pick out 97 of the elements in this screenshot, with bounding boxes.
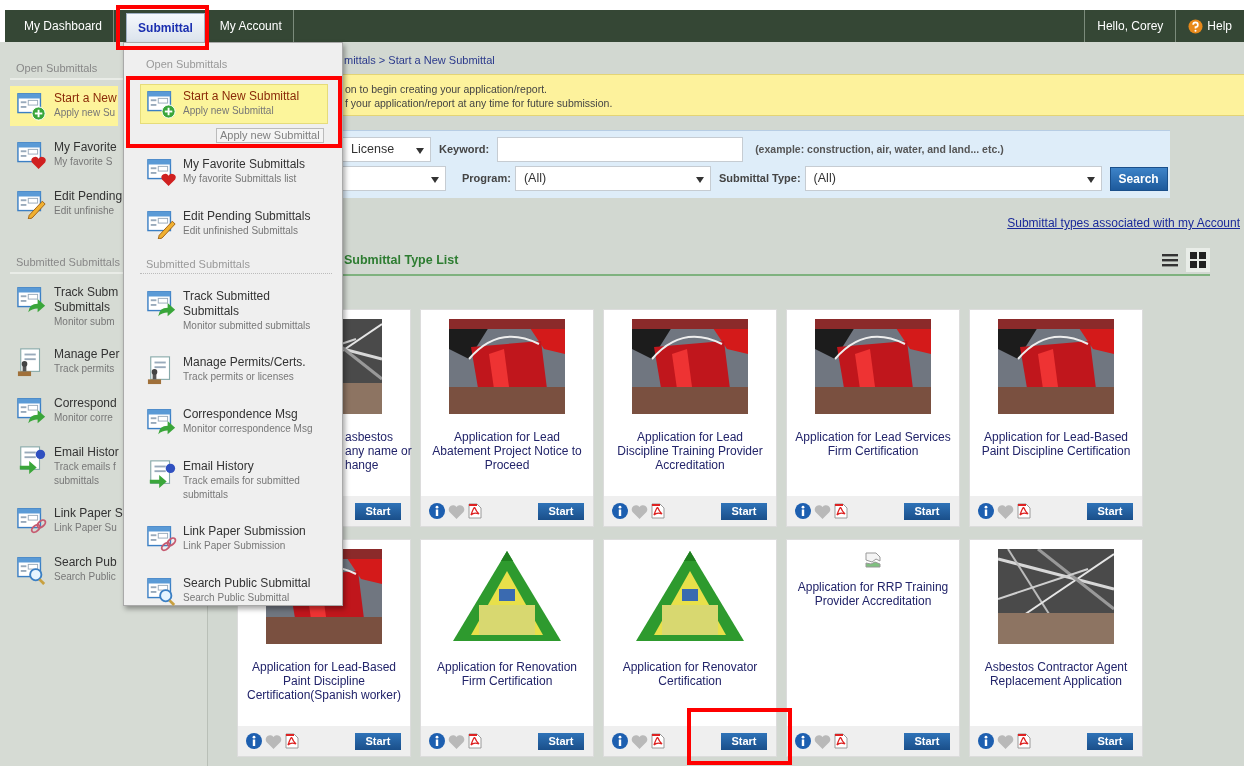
window-chain-icon bbox=[17, 506, 47, 536]
window-pencil-icon bbox=[147, 209, 177, 239]
window-arrow-icon bbox=[147, 407, 177, 437]
tooltip: Apply new Submittal bbox=[216, 128, 324, 143]
window-magnifier-icon bbox=[17, 555, 47, 585]
start-button[interactable]: Start bbox=[1087, 503, 1133, 520]
card-description: Application for Lead-Based Paint Discipline Certification(Spanish worker) bbox=[245, 659, 403, 704]
menu-item[interactable]: Manage Permits/Certs. Track permits or licenses bbox=[140, 350, 328, 390]
window-heart-icon bbox=[17, 140, 47, 170]
info-icon[interactable] bbox=[246, 733, 262, 749]
window-plus-icon bbox=[17, 91, 47, 121]
card-description: Application for Renovator Certification bbox=[621, 659, 759, 690]
start-button[interactable]: Start bbox=[721, 503, 767, 520]
menu-item[interactable]: Start a New Submittal Apply new Submittal bbox=[140, 84, 328, 124]
sidebar-item[interactable]: Start a New Apply new Su bbox=[10, 86, 118, 126]
window-heart-icon bbox=[147, 157, 177, 187]
card-description: Application for Lead Discipline Training Provider Accreditation bbox=[616, 429, 764, 474]
start-button[interactable]: Start bbox=[721, 733, 767, 750]
info-icon[interactable] bbox=[612, 503, 628, 519]
help-button[interactable]: Help bbox=[1176, 17, 1244, 35]
list-icon bbox=[1162, 253, 1178, 267]
pdf-icon[interactable] bbox=[651, 503, 665, 519]
sidebar-item[interactable]: Email Histor Track emails f submittals bbox=[10, 440, 118, 492]
dropdown-field[interactable] bbox=[342, 166, 446, 191]
dropdown-field[interactable]: (All) bbox=[514, 166, 711, 191]
pdf-icon[interactable] bbox=[834, 503, 848, 519]
info-icon[interactable] bbox=[795, 733, 811, 749]
sidebar-item[interactable]: Search Pub Search Public bbox=[10, 550, 118, 590]
start-button[interactable]: Start bbox=[538, 733, 584, 750]
sidebar-item[interactable]: Correspond Monitor corre bbox=[10, 391, 118, 431]
start-button[interactable]: Start bbox=[538, 503, 584, 520]
field-label: Program: bbox=[462, 171, 511, 187]
field-label: Submittal Type: bbox=[718, 171, 801, 187]
nav-tab[interactable]: Submittal bbox=[126, 13, 205, 42]
card-description: Application for Lead Abatement Project Notice to Proceed bbox=[431, 429, 583, 474]
menu-item[interactable]: Correspondence Msg Monitor correspondence Msg bbox=[140, 402, 328, 442]
notice-text: on to begin creating your application/report. f your application/report at any time for future submission. bbox=[345, 82, 614, 110]
sidebar-item[interactable]: Track Subm Submittals Monitor subm bbox=[10, 280, 118, 333]
greeting-text: Hello, Corey bbox=[1097, 18, 1164, 35]
menu-item[interactable]: My Favorite Submittals My favorite Submittals list bbox=[140, 152, 328, 192]
window-arrow-icon bbox=[147, 289, 177, 319]
card-description: Application for Lead Services Firm Certification bbox=[794, 429, 952, 460]
sidebar-item[interactable]: My Favorite My favorite S bbox=[10, 135, 118, 175]
input-field[interactable] bbox=[497, 137, 744, 162]
section-heading: Submitted Submittals bbox=[16, 256, 120, 268]
start-button[interactable]: Start bbox=[904, 503, 950, 520]
start-button[interactable]: Start bbox=[355, 733, 401, 750]
pdf-icon[interactable] bbox=[834, 733, 848, 749]
card-description: Application for RRP Training Provider Accreditation bbox=[796, 579, 950, 610]
hint-text: (example: construction, air, water, and land... etc.) bbox=[755, 141, 1004, 157]
info-icon[interactable] bbox=[978, 733, 994, 749]
window-plus-icon bbox=[147, 89, 177, 119]
document-arrow-icon bbox=[147, 459, 177, 489]
pdf-icon[interactable] bbox=[285, 733, 299, 749]
section-title: Submittal Type List bbox=[344, 251, 459, 269]
card-description: Application for Renovation Firm Certification bbox=[435, 659, 579, 690]
document-arrow-icon bbox=[17, 445, 47, 475]
account-link[interactable]: Submittal types associated with my Account bbox=[1007, 214, 1240, 232]
card-description: Application for Lead-Based Paint Discipline Certification bbox=[980, 429, 1132, 460]
info-icon[interactable] bbox=[795, 503, 811, 519]
window-pencil-icon bbox=[17, 189, 47, 219]
window-magnifier-icon bbox=[147, 576, 177, 606]
field-label: Keyword: bbox=[439, 142, 490, 158]
window-arrow-icon bbox=[17, 396, 47, 426]
window-chain-icon bbox=[147, 524, 177, 554]
dropdown-field[interactable]: License bbox=[342, 137, 431, 162]
grid-view-button[interactable] bbox=[1186, 248, 1210, 272]
card-description: asbestos any name or hange bbox=[345, 430, 412, 472]
search-button[interactable]: Search bbox=[1109, 166, 1168, 191]
menu-item[interactable]: Email History Track emails for submitted submittals bbox=[140, 454, 328, 507]
sidebar-item[interactable]: Manage Per Track permits bbox=[10, 342, 118, 382]
grid-icon bbox=[1190, 252, 1206, 268]
menu-item[interactable]: Edit Pending Submittals Edit unfinished Submittals bbox=[140, 204, 328, 244]
pdf-icon[interactable] bbox=[468, 503, 482, 519]
broken-image-icon bbox=[865, 552, 881, 568]
help-icon bbox=[1188, 18, 1204, 34]
info-icon[interactable] bbox=[429, 733, 445, 749]
breadcrumb: mittals > Start a New Submittal bbox=[344, 54, 495, 66]
section-heading: Open Submittals bbox=[16, 62, 98, 74]
pdf-icon[interactable] bbox=[468, 733, 482, 749]
start-button[interactable]: Start bbox=[1087, 733, 1133, 750]
start-button[interactable]: Start bbox=[355, 503, 401, 520]
section-heading: Open Submittals bbox=[146, 58, 228, 70]
card-description: Asbestos Contractor Agent Replacement Application bbox=[983, 659, 1129, 690]
window-arrow-icon bbox=[17, 285, 47, 315]
pdf-icon[interactable] bbox=[1017, 503, 1031, 519]
pdf-icon[interactable] bbox=[651, 733, 665, 749]
section-heading: Submitted Submittals bbox=[146, 258, 250, 270]
info-icon[interactable] bbox=[612, 733, 628, 749]
menu-item[interactable]: Track Submitted Submittals Monitor submitted submittals bbox=[140, 284, 328, 338]
menu-item[interactable]: Search Public Submittal Search Public Submittal bbox=[140, 571, 328, 611]
menu-item[interactable]: Link Paper Submission Link Paper Submission bbox=[140, 519, 328, 559]
info-icon[interactable] bbox=[978, 503, 994, 519]
info-icon[interactable] bbox=[429, 503, 445, 519]
pdf-icon[interactable] bbox=[1017, 733, 1031, 749]
start-button[interactable]: Start bbox=[904, 733, 950, 750]
dropdown-field[interactable]: (All) bbox=[804, 166, 1102, 191]
